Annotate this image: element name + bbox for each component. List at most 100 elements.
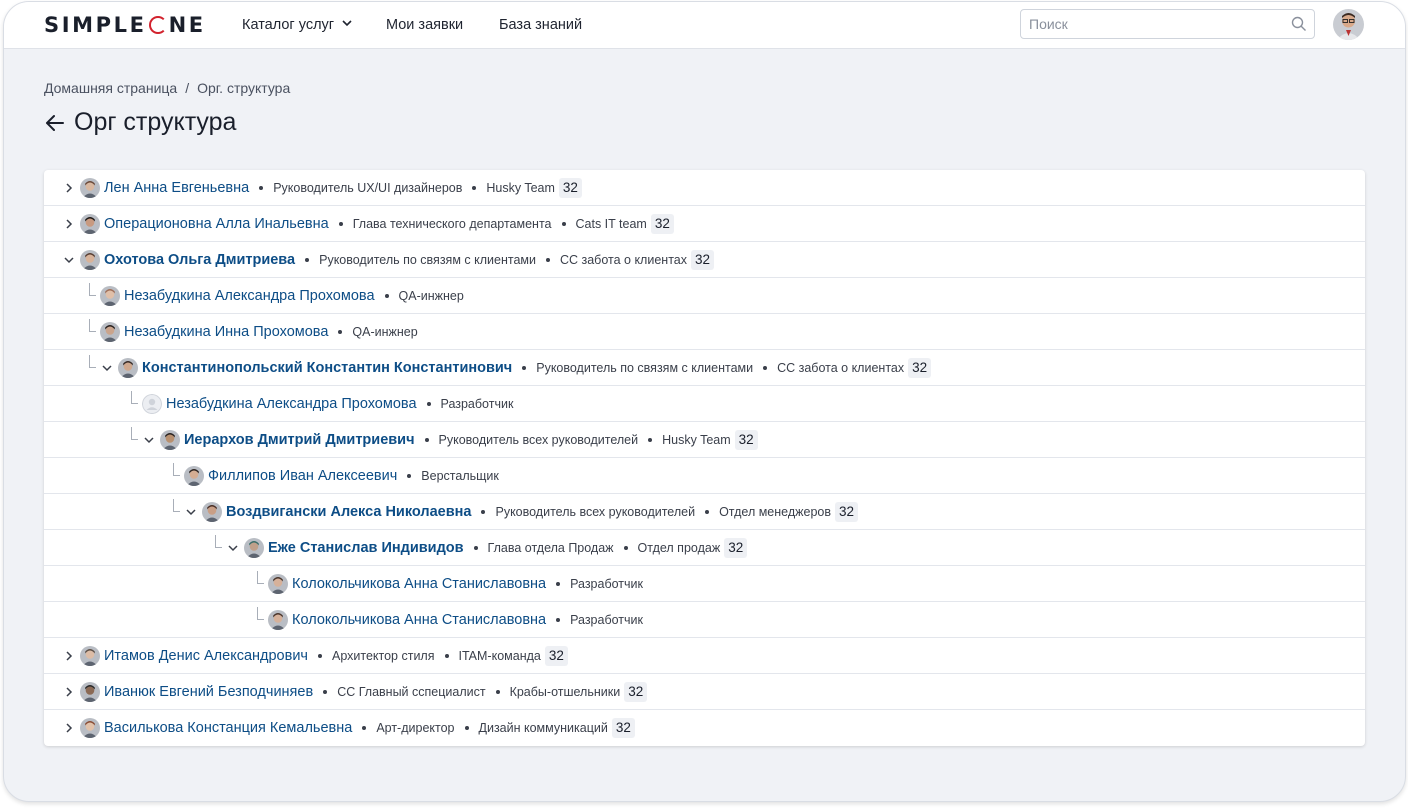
person-name-link[interactable]: Лен Анна Евгеньевна xyxy=(104,180,249,196)
nav-service-catalog[interactable]: Каталог услуг xyxy=(242,15,352,35)
person-name-link[interactable]: Колокольчикова Анна Станиславовна xyxy=(292,612,546,628)
avatar xyxy=(80,178,100,198)
tree-row[interactable]: Незабудкина Александра Прохомова QA-инжне… xyxy=(44,278,1365,314)
nav-knowledge-base-label: База знаний xyxy=(499,17,583,33)
person-position: СС Главный сспециалист xyxy=(337,685,486,699)
separator-dot xyxy=(305,258,310,262)
person-department: Дизайн коммуникаций xyxy=(478,721,608,735)
tree-row-content: Незабудкина Александра Прохомова Разработ… xyxy=(128,386,513,422)
separator-dot xyxy=(407,474,412,478)
separator-dot xyxy=(556,618,561,622)
avatar xyxy=(244,538,264,558)
person-position: Архитектор стиля xyxy=(331,649,435,663)
separator-dot xyxy=(481,510,486,514)
avatar xyxy=(80,718,100,738)
separator-dot xyxy=(323,690,328,694)
tree-connector xyxy=(254,607,266,625)
person-name-link[interactable]: Еже Станислав Индивидов xyxy=(268,540,464,556)
simpleone-logo[interactable]: SIMPLE NE xyxy=(44,14,206,36)
tree-row[interactable]: Незабудкина Инна Прохомова QA-инжнер xyxy=(44,314,1365,350)
subordinates-count-badge: 32 xyxy=(690,250,715,270)
person-name-link[interactable]: Незабудкина Александра Прохомова xyxy=(124,288,375,304)
tree-row[interactable]: Охотова Ольга Дмитриева Руководитель по с… xyxy=(44,242,1365,278)
tree-row[interactable]: Колокольчикова Анна Станиславовна Разрабо… xyxy=(44,602,1365,638)
separator-dot xyxy=(362,726,367,730)
person-name-link[interactable]: Операционовна Алла Инальевна xyxy=(104,216,329,232)
chevron-down-icon[interactable] xyxy=(62,253,76,267)
person-name-link[interactable]: Василькова Констанция Кемальевна xyxy=(104,720,352,736)
chevron-right-icon[interactable] xyxy=(62,181,76,195)
subordinates-count-badge: 32 xyxy=(544,646,568,666)
chevron-right-icon[interactable] xyxy=(62,649,76,663)
tree-row[interactable]: Воздвигански Алекса Николаевна Руководите… xyxy=(44,494,1365,530)
avatar xyxy=(80,682,100,702)
tree-row-content: Незабудкина Инна Прохомова QA-инжнер xyxy=(86,314,418,350)
person-name-link[interactable]: Колокольчикова Анна Станиславовна xyxy=(292,576,546,592)
tree-row-content: Итамов Денис Александрович Архитектор сти… xyxy=(62,638,568,674)
separator-dot xyxy=(384,294,389,298)
page-header: Орг структура xyxy=(44,108,236,142)
tree-row-content: Незабудкина Александра Прохомова QA-инжне… xyxy=(86,278,464,314)
search-input[interactable] xyxy=(1029,16,1279,32)
tree-row-content: Иерархов Дмитрий Дмитриевич Руководитель … xyxy=(128,422,758,458)
person-position: Верстальщик xyxy=(421,469,499,483)
separator-dot xyxy=(561,222,566,226)
tree-row-content: Иванюк Евгений Безподчиняев СС Главный сс… xyxy=(62,674,648,710)
avatar xyxy=(160,430,180,450)
avatar xyxy=(268,574,288,594)
back-arrow-icon[interactable] xyxy=(44,112,66,134)
person-position: Руководитель всех руководителей xyxy=(495,505,696,519)
person-name-link[interactable]: Иванюк Евгений Безподчиняев xyxy=(104,684,313,700)
separator-dot xyxy=(495,690,500,694)
nav-my-requests-label: Мои заявки xyxy=(386,17,464,33)
tree-row[interactable]: Константинопольский Константин Константи… xyxy=(44,350,1365,386)
person-name-link[interactable]: Константинопольский Константин Константи… xyxy=(142,360,512,376)
person-name-link[interactable]: Воздвигански Алекса Николаевна xyxy=(226,504,471,520)
person-position: QA-инжнер xyxy=(398,289,464,303)
chevron-right-icon[interactable] xyxy=(62,685,76,699)
chevron-down-icon[interactable] xyxy=(100,361,114,375)
person-position: Разработчик xyxy=(440,397,514,411)
chevron-right-icon[interactable] xyxy=(62,217,76,231)
tree-row[interactable]: Незабудкина Александра Прохомова Разработ… xyxy=(44,386,1365,422)
tree-row-content: Лен Анна Евгеньевна Руководитель UX/UI ди… xyxy=(62,170,582,206)
person-position: Арт-директор xyxy=(376,721,455,735)
nav-my-requests[interactable]: Мои заявки xyxy=(386,15,463,35)
user-avatar[interactable] xyxy=(1333,9,1364,40)
person-name-link[interactable]: Незабудкина Александра Прохомова xyxy=(166,396,417,412)
person-name-link[interactable]: Иерархов Дмитрий Дмитриевич xyxy=(184,432,415,448)
tree-row[interactable]: Операционовна Алла Инальевна Глава технич… xyxy=(44,206,1365,242)
chevron-down-icon[interactable] xyxy=(184,505,198,519)
chevron-down-icon[interactable] xyxy=(142,433,156,447)
tree-row[interactable]: Иерархов Дмитрий Дмитриевич Руководитель … xyxy=(44,422,1365,458)
person-name-link[interactable]: Итамов Денис Александрович xyxy=(104,648,308,664)
subordinates-count-badge: 32 xyxy=(611,718,635,738)
person-department: СС забота о клиентах xyxy=(777,361,905,375)
tree-row[interactable]: Колокольчикова Анна Станиславовна Разрабо… xyxy=(44,566,1365,602)
tree-connector xyxy=(170,463,182,481)
breadcrumb: Домашняя страница / Орг. структура xyxy=(44,80,290,96)
avatar xyxy=(268,610,288,630)
chevron-right-icon[interactable] xyxy=(62,721,76,735)
person-position: Глава технического департамента xyxy=(352,217,552,231)
tree-row[interactable]: Иванюк Евгений Безподчиняев СС Главный сс… xyxy=(44,674,1365,710)
breadcrumb-home-link[interactable]: Домашняя страница xyxy=(44,80,177,96)
tree-row[interactable]: Лен Анна Евгеньевна Руководитель UX/UI ди… xyxy=(44,170,1365,206)
tree-row[interactable]: Итамов Денис Александрович Архитектор сти… xyxy=(44,638,1365,674)
person-name-link[interactable]: Незабудкина Инна Прохомова xyxy=(124,324,328,340)
person-name-link[interactable]: Филлипов Иван Алексеевич xyxy=(208,468,397,484)
subordinates-count-badge: 32 xyxy=(624,682,648,702)
tree-row-content: Константинопольский Константин Константи… xyxy=(86,350,932,386)
person-position: QA-инжнер xyxy=(352,325,418,339)
person-department: Husky Team xyxy=(486,181,555,195)
nav-knowledge-base[interactable]: База знаний xyxy=(499,15,582,35)
person-name-link[interactable]: Охотова Ольга Дмитриева xyxy=(104,252,295,268)
tree-row[interactable]: Василькова Констанция Кемальевна Арт-дире… xyxy=(44,710,1365,746)
tree-row[interactable]: Филлипов Иван Алексеевич Верстальщик xyxy=(44,458,1365,494)
avatar xyxy=(202,502,222,522)
tree-row-content: Еже Станислав Индивидов Глава отдела Прод… xyxy=(212,530,748,566)
search-icon[interactable] xyxy=(1291,16,1307,32)
tree-row[interactable]: Еже Станислав Индивидов Глава отдела Прод… xyxy=(44,530,1365,566)
chevron-down-icon[interactable] xyxy=(226,541,240,555)
person-department: Cats IT team xyxy=(575,217,647,231)
